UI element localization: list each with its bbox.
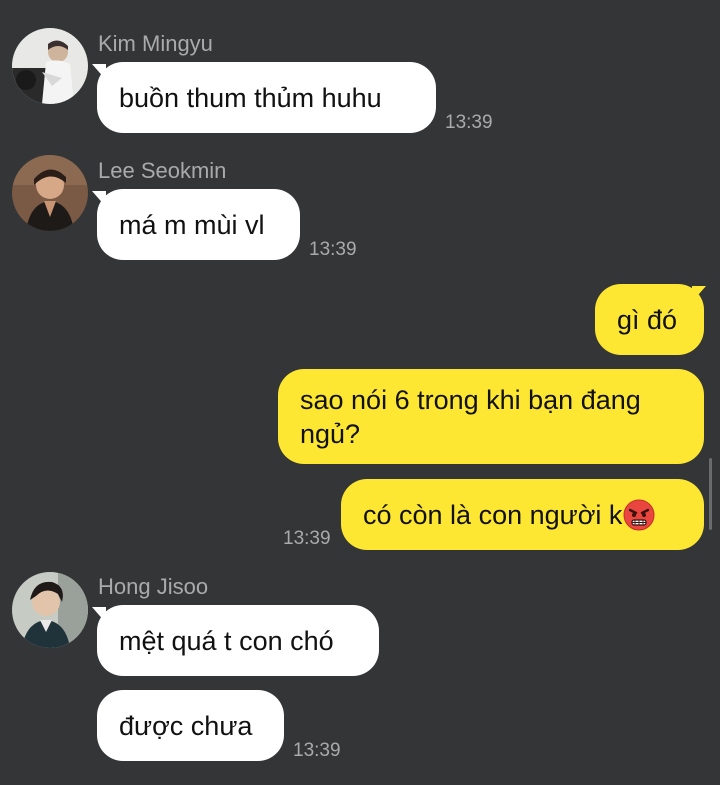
chat-view[interactable]: Kim Mingyu buồn thum thủm huhu 13:39 Lee… bbox=[0, 0, 720, 785]
message-bubble[interactable]: sao nói 6 trong khi bạn đang ngủ? bbox=[278, 369, 704, 464]
message-bubble[interactable]: được chưa bbox=[97, 690, 284, 761]
message-bubble[interactable]: má m mùi vl bbox=[97, 189, 300, 260]
message-bubble[interactable]: mệt quá t con chó bbox=[97, 605, 379, 676]
avatar-hong-jisoo[interactable] bbox=[12, 572, 88, 648]
message-bubble[interactable]: có còn là con người k bbox=[341, 479, 704, 550]
message-text: được chưa bbox=[119, 710, 253, 741]
message-text: mệt quá t con chó bbox=[119, 625, 334, 656]
avatar-lee-seokmin[interactable] bbox=[12, 155, 88, 231]
message-text: sao nói 6 trong khi bạn đang ngủ? bbox=[300, 384, 641, 449]
profile-photo-icon bbox=[12, 572, 88, 648]
avatar-kim-mingyu[interactable] bbox=[12, 28, 88, 104]
message-time: 13:39 bbox=[445, 112, 493, 133]
message-text: má m mùi vl bbox=[119, 209, 265, 240]
message-time: 13:39 bbox=[293, 740, 341, 761]
message-time: 13:39 bbox=[283, 528, 331, 549]
sender-name: Lee Seokmin bbox=[98, 158, 227, 183]
message-text: gì đó bbox=[617, 304, 678, 335]
scrollbar[interactable] bbox=[709, 458, 712, 530]
message-text: buồn thum thủm huhu bbox=[119, 82, 382, 113]
message-text: có còn là con người k bbox=[363, 499, 623, 530]
message-bubble[interactable]: gì đó bbox=[595, 284, 704, 355]
profile-photo-icon bbox=[12, 28, 88, 104]
message-bubble[interactable]: buồn thum thủm huhu bbox=[97, 62, 436, 133]
sender-name: Hong Jisoo bbox=[98, 574, 209, 599]
angry-face-icon bbox=[623, 499, 655, 531]
sender-name: Kim Mingyu bbox=[98, 31, 213, 56]
message-time: 13:39 bbox=[309, 239, 357, 260]
profile-photo-icon bbox=[12, 155, 88, 231]
